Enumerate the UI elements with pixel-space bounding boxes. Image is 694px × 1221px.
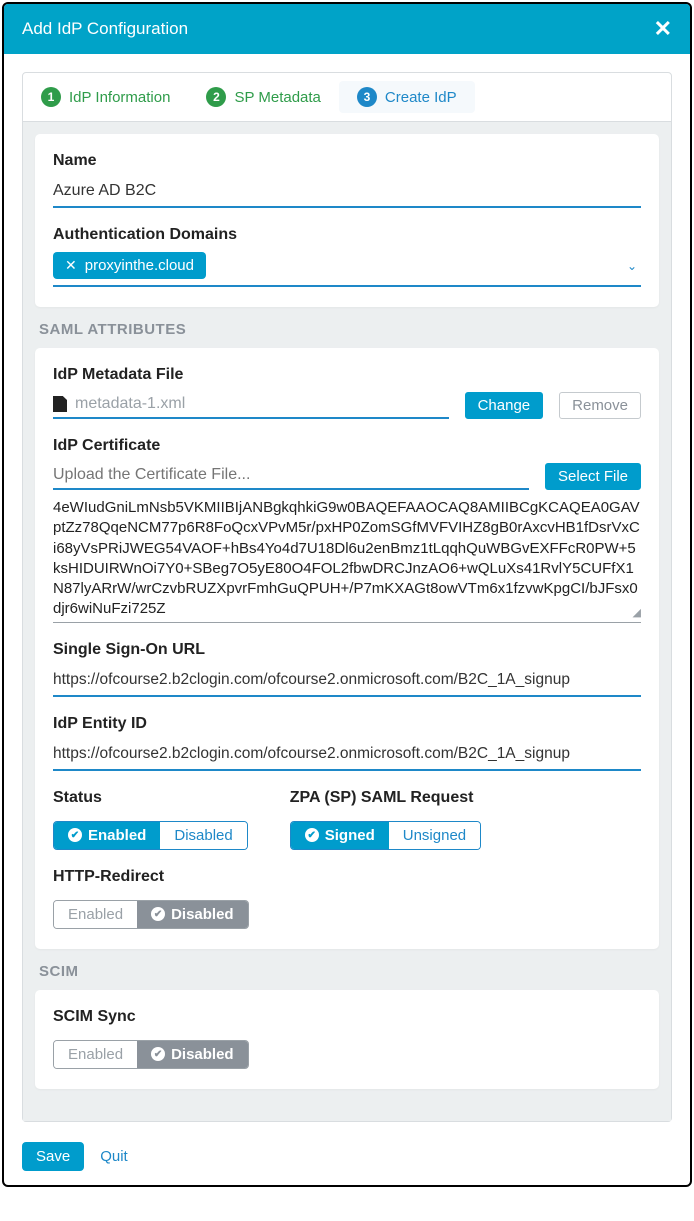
step-label: IdP Information xyxy=(69,89,170,106)
check-icon: ✔ xyxy=(305,828,319,842)
certificate-upload-placeholder[interactable] xyxy=(53,466,529,484)
saml-section-heading: SAML ATTRIBUTES xyxy=(39,321,659,338)
metadata-file-field[interactable]: metadata-1.xml xyxy=(53,395,449,419)
scim-sync-label: SCIM Sync xyxy=(53,1008,641,1026)
entity-id-label: IdP Entity ID xyxy=(53,715,641,733)
scim-sync-disabled-button[interactable]: ✔ Disabled xyxy=(137,1041,248,1068)
auth-domains-field[interactable]: ✕ proxyinthe.cloud ⌄ xyxy=(53,252,641,287)
step-number-icon: 3 xyxy=(357,87,377,107)
quit-link[interactable]: Quit xyxy=(100,1148,128,1165)
step-label: SP Metadata xyxy=(234,89,320,106)
status-disabled-button[interactable]: Disabled xyxy=(160,822,246,849)
check-icon: ✔ xyxy=(68,828,82,842)
http-redirect-label: HTTP-Redirect xyxy=(53,868,641,886)
metadata-file-label: IdP Metadata File xyxy=(53,366,641,384)
select-file-button[interactable]: Select File xyxy=(545,463,641,490)
toggle-label: Disabled xyxy=(171,906,234,923)
http-redirect-disabled-button[interactable]: ✔ Disabled xyxy=(137,901,248,928)
scim-sync-toggle: Enabled ✔ Disabled xyxy=(53,1040,249,1069)
saml-request-label: ZPA (SP) SAML Request xyxy=(290,789,481,807)
idp-certificate-label: IdP Certificate xyxy=(53,437,641,455)
auth-domain-chip[interactable]: ✕ proxyinthe.cloud xyxy=(53,252,206,279)
remove-chip-icon[interactable]: ✕ xyxy=(65,257,77,274)
saml-request-toggle: ✔ Signed Unsigned xyxy=(290,821,481,850)
sso-url-input[interactable] xyxy=(53,667,641,697)
save-button[interactable]: Save xyxy=(22,1142,84,1171)
step-idp-information[interactable]: 1 IdP Information xyxy=(23,81,188,113)
toggle-label: Enabled xyxy=(88,827,146,844)
status-toggle: ✔ Enabled Disabled xyxy=(53,821,248,850)
toggle-label: Signed xyxy=(325,827,375,844)
entity-id-input[interactable] xyxy=(53,741,641,771)
http-redirect-toggle: Enabled ✔ Disabled xyxy=(53,900,249,929)
certificate-content: 4eWIudGniLmNsb5VKMIIBIjANBgkqhkiG9w0BAQE… xyxy=(53,499,640,617)
dialog-footer: Save Quit xyxy=(4,1132,690,1185)
dialog: Add IdP Configuration ✕ 1 IdP Informatio… xyxy=(2,2,692,1187)
dialog-title: Add IdP Configuration xyxy=(22,19,188,39)
name-label: Name xyxy=(53,152,641,170)
sso-url-label: Single Sign-On URL xyxy=(53,641,641,659)
step-sp-metadata[interactable]: 2 SP Metadata xyxy=(188,81,338,113)
resize-handle-icon[interactable]: ◢ xyxy=(633,606,641,621)
check-icon: ✔ xyxy=(151,1047,165,1061)
metadata-filename: metadata-1.xml xyxy=(75,395,185,413)
step-create-idp[interactable]: 3 Create IdP xyxy=(339,81,475,113)
card-basic: Name Authentication Domains ✕ proxyinthe… xyxy=(35,134,659,307)
check-icon: ✔ xyxy=(151,907,165,921)
scim-sync-enabled-button[interactable]: Enabled xyxy=(54,1041,137,1068)
wizard: 1 IdP Information 2 SP Metadata 3 Create… xyxy=(22,72,672,1122)
file-icon xyxy=(53,396,67,412)
saml-request-unsigned-button[interactable]: Unsigned xyxy=(389,822,480,849)
step-number-icon: 1 xyxy=(41,87,61,107)
auth-domains-label: Authentication Domains xyxy=(53,226,641,244)
saml-request-signed-button[interactable]: ✔ Signed xyxy=(291,822,389,849)
dialog-header: Add IdP Configuration ✕ xyxy=(4,4,690,54)
dialog-body: 1 IdP Information 2 SP Metadata 3 Create… xyxy=(4,54,690,1132)
certificate-textarea[interactable]: 4eWIudGniLmNsb5VKMIIBIjANBgkqhkiG9w0BAQE… xyxy=(53,494,641,623)
certificate-upload-field[interactable] xyxy=(53,466,529,490)
remove-button[interactable]: Remove xyxy=(559,392,641,419)
scim-section-heading: SCIM xyxy=(39,963,659,980)
step-number-icon: 2 xyxy=(206,87,226,107)
name-input[interactable] xyxy=(53,178,641,208)
status-label: Status xyxy=(53,789,248,807)
step-label: Create IdP xyxy=(385,89,457,106)
change-button[interactable]: Change xyxy=(465,392,544,419)
http-redirect-enabled-button[interactable]: Enabled xyxy=(54,901,137,928)
close-icon[interactable]: ✕ xyxy=(654,18,672,40)
wizard-steps: 1 IdP Information 2 SP Metadata 3 Create… xyxy=(23,73,671,122)
chip-label: proxyinthe.cloud xyxy=(85,257,194,274)
status-enabled-button[interactable]: ✔ Enabled xyxy=(54,822,160,849)
card-saml: IdP Metadata File metadata-1.xml Change … xyxy=(35,348,659,949)
card-scim: SCIM Sync Enabled ✔ Disabled xyxy=(35,990,659,1089)
chevron-down-icon[interactable]: ⌄ xyxy=(627,259,637,273)
wizard-content: Name Authentication Domains ✕ proxyinthe… xyxy=(23,122,671,1121)
toggle-label: Disabled xyxy=(171,1046,234,1063)
